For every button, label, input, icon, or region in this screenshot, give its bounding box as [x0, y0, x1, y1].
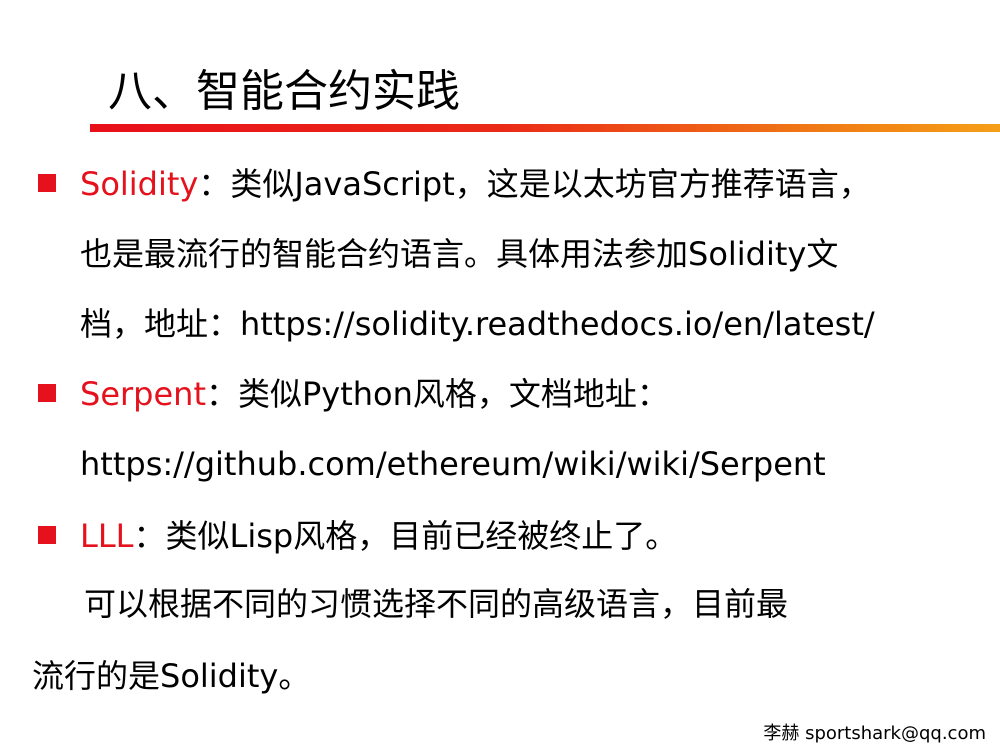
bullet-term-solidity: Solidity	[80, 165, 199, 203]
bullet-line: Solidity：类似JavaScript，这是以太坊官方推荐语言，	[80, 162, 871, 206]
title-divider	[90, 124, 1000, 132]
bullet-line: Serpent：类似Python风格，文档地址：	[80, 372, 669, 416]
bullet-text: ：类似Lisp风格，目前已经被终止了。	[133, 517, 678, 555]
footer-author: 李赫 sportshark@qq.com	[763, 723, 986, 744]
summary-line: 流行的是Solidity。	[32, 657, 311, 695]
bullet-text: 也是最流行的智能合约语言。具体用法参加Solidity文	[80, 235, 839, 273]
summary-line: 可以根据不同的习惯选择不同的高级语言，目前最	[84, 585, 789, 623]
bullet-line: 也是最流行的智能合约语言。具体用法参加Solidity文	[80, 232, 838, 276]
bullet-term-lll: LLL	[80, 517, 134, 555]
bullet-line: https://github.com/ethereum/wiki/wiki/Se…	[80, 442, 826, 486]
bullet-text: ：类似Python风格，文档地址：	[205, 375, 669, 413]
bullet-text: https://github.com/ethereum/wiki/wiki/Se…	[80, 445, 826, 483]
bullet-marker	[38, 384, 56, 402]
bullet-text: ：类似JavaScript，这是以太坊官方推荐语言，	[198, 165, 871, 203]
bullet-text: 档，地址：https://solidity.readthedocs.io/en/…	[80, 305, 875, 343]
bullet-line: LLL：类似Lisp风格，目前已经被终止了。	[80, 514, 677, 558]
bullet-marker	[38, 174, 56, 192]
slide-title: 八、智能合约实践	[108, 66, 460, 117]
bullet-marker	[38, 526, 56, 544]
bullet-term-serpent: Serpent	[80, 375, 206, 413]
bullet-line: 档，地址：https://solidity.readthedocs.io/en/…	[80, 302, 875, 346]
